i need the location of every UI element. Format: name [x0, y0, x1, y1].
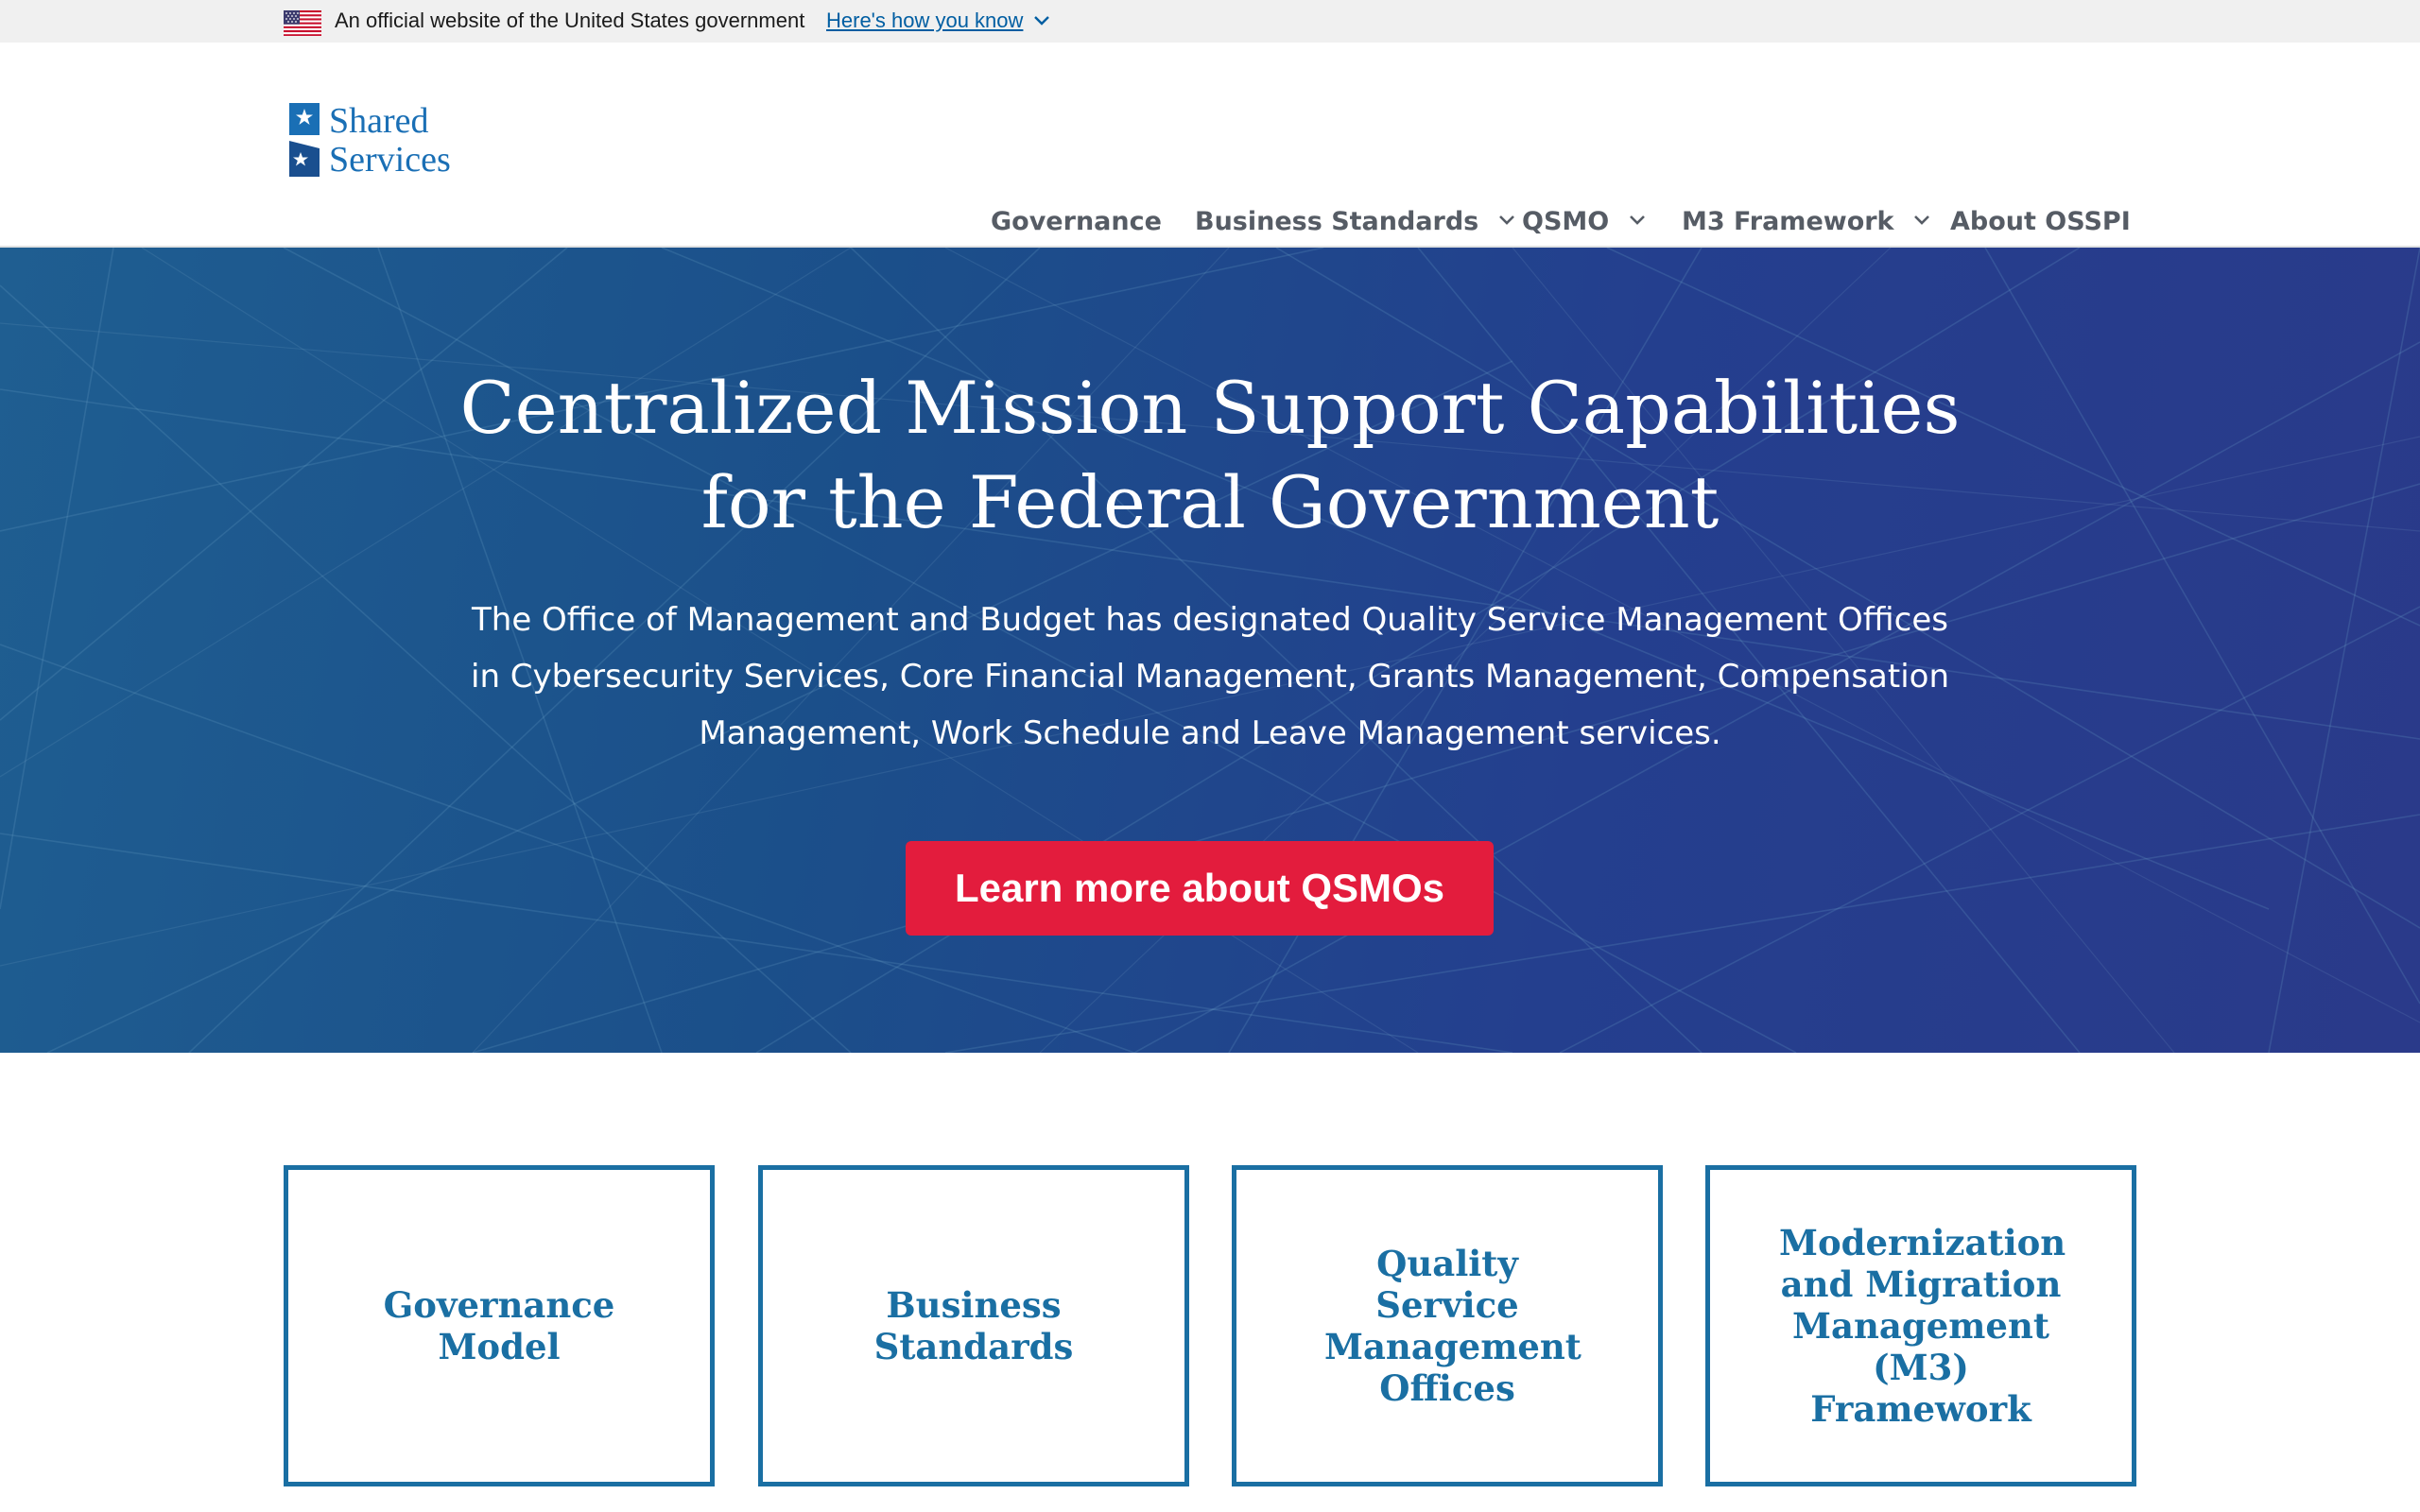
hero-section: Centralized Mission Support Capabilities… — [0, 248, 2420, 1053]
card-label: Quality Service Management Offices — [1324, 1243, 1582, 1409]
card-label: Business Standards — [851, 1284, 1097, 1367]
chevron-down-icon — [1498, 215, 1514, 225]
hero-desc-line2: in Cybersecurity Services, Core Financia… — [471, 658, 1949, 696]
main-nav: Governance Business Standards QSMO M3 Fr… — [0, 201, 2420, 243]
card-label-line: Modernization — [1779, 1222, 2066, 1263]
card-label: Governance Model — [376, 1284, 622, 1367]
nav-item-label: Governance — [991, 207, 1162, 236]
card-label-line: and Migration — [1780, 1263, 2062, 1305]
nav-item-label: M3 Framework — [1682, 207, 1894, 236]
star-flag-logo-icon — [289, 103, 320, 177]
nav-item-business-standards[interactable]: Business Standards — [1195, 201, 1516, 243]
card-label: Modernization and Migration Management (… — [1779, 1222, 2066, 1430]
chevron-down-icon — [1629, 215, 1645, 225]
nav-item-label: QSMO — [1522, 207, 1610, 236]
nav-item-label: About OSSPI — [1950, 207, 2131, 236]
learn-more-qsmos-button[interactable]: Learn more about QSMOs — [906, 841, 1494, 936]
hero-description: The Office of Management and Budget has … — [454, 592, 1966, 762]
card-label-line: Service — [1375, 1284, 1519, 1326]
shared-services-logo[interactable]: Shared Services — [287, 101, 495, 186]
gov-banner: An official website of the United States… — [0, 0, 2420, 43]
card-label-line: Model — [438, 1326, 561, 1367]
logo-text-line2: Services — [329, 140, 451, 180]
card-label-line: Standards — [873, 1326, 1074, 1367]
chevron-down-icon — [1914, 215, 1929, 225]
hero-title: Centralized Mission Support Capabilities… — [265, 361, 2155, 550]
card-governance-model[interactable]: Governance Model — [284, 1165, 715, 1486]
heres-how-you-know-link[interactable]: Here's how you know — [826, 8, 1023, 34]
hero-title-line2: for the Federal Government — [700, 460, 1720, 544]
nav-item-m3-framework[interactable]: M3 Framework — [1682, 201, 1931, 243]
card-label-line: Management — [1792, 1305, 2049, 1347]
card-m3-framework[interactable]: Modernization and Migration Management (… — [1705, 1165, 2136, 1486]
card-label-line: (M3) — [1873, 1347, 1969, 1388]
logo-text-line1: Shared — [329, 101, 429, 141]
card-label-line: Management — [1324, 1326, 1582, 1367]
hero-title-line1: Centralized Mission Support Capabilities — [459, 366, 1961, 450]
card-label-line: Quality — [1376, 1243, 1518, 1284]
hero-desc-line3: Management, Work Schedule and Leave Mana… — [699, 714, 1721, 752]
gov-banner-text: An official website of the United States… — [335, 9, 805, 32]
site-header: Shared Services Governance Business Stan… — [0, 43, 2420, 248]
card-label-line: Business — [886, 1284, 1062, 1326]
nav-item-governance[interactable]: Governance — [991, 201, 1162, 243]
card-label-line: Governance — [383, 1284, 615, 1326]
card-quality-service-management-offices[interactable]: Quality Service Management Offices — [1232, 1165, 1663, 1486]
card-label-line: Offices — [1379, 1367, 1515, 1409]
nav-item-about-osspi[interactable]: About OSSPI — [1950, 201, 2131, 243]
nav-item-qsmo[interactable]: QSMO — [1522, 201, 1647, 243]
hero-desc-line1: The Office of Management and Budget has … — [472, 601, 1948, 639]
chevron-down-icon[interactable] — [1032, 11, 1051, 30]
card-business-standards[interactable]: Business Standards — [758, 1165, 1189, 1486]
us-flag-icon — [284, 10, 321, 36]
card-label-line: Framework — [1810, 1388, 2031, 1430]
nav-item-label: Business Standards — [1195, 207, 1479, 236]
